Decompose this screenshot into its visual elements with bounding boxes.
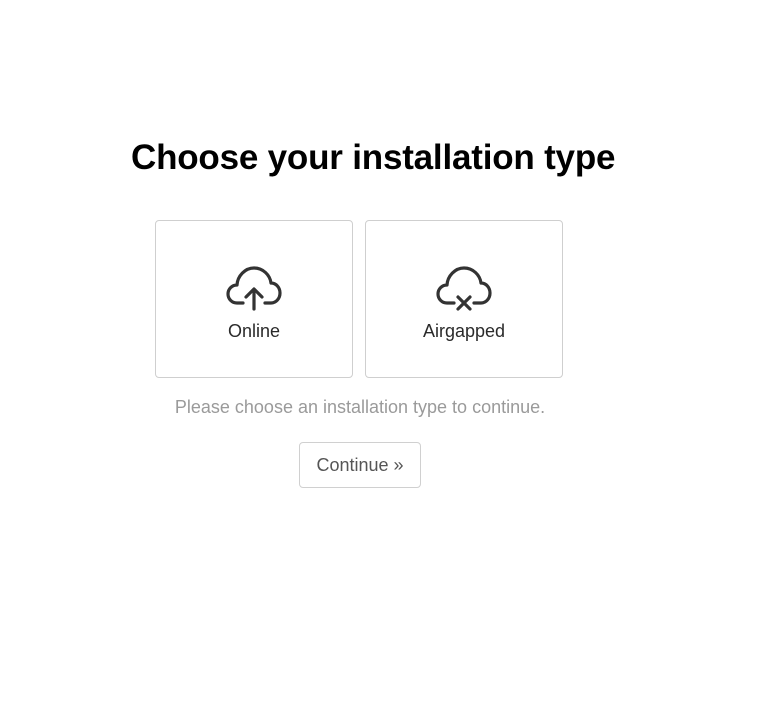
installation-type-page: Choose your installation type Online Air…: [0, 0, 784, 707]
continue-button[interactable]: Continue »: [299, 442, 421, 488]
airgapped-option-label: Airgapped: [422, 321, 506, 341]
online-option-card[interactable]: Online: [155, 220, 353, 378]
cloud-offline-icon: [436, 265, 492, 311]
page-title: Choose your installation type: [131, 138, 616, 177]
online-option-label: Online: [227, 321, 281, 341]
airgapped-option-card[interactable]: Airgapped: [365, 220, 563, 378]
selection-hint: Please choose an installation type to co…: [174, 397, 546, 417]
cloud-upload-icon: [226, 265, 282, 311]
